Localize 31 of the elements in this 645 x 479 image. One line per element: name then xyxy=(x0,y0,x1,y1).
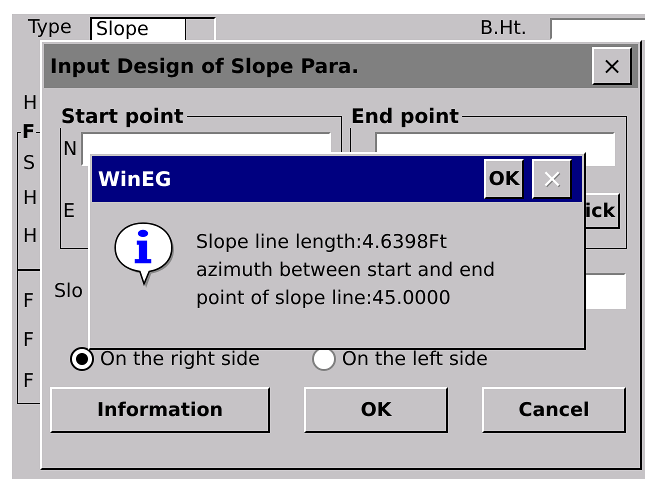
window-title: WinEG xyxy=(98,167,172,191)
dialog-button[interactable]: Information xyxy=(50,387,270,433)
message-text: azimuth between start and end xyxy=(196,258,496,283)
field-label: N xyxy=(63,138,78,160)
bht-label: B.Ht. xyxy=(480,17,527,39)
window-title: Input Design of Slope Para. xyxy=(50,54,360,78)
combo-value: Slope xyxy=(95,19,149,40)
close-button: × xyxy=(532,159,572,199)
slope-label: Slo xyxy=(54,280,83,302)
type-label: Type xyxy=(28,16,72,38)
message-text: Slope line length:4.6398Ft xyxy=(196,230,448,255)
background-label: F xyxy=(23,329,34,351)
type-combo-box[interactable]: Slope xyxy=(90,17,216,42)
background-label: F xyxy=(23,370,34,392)
radio-button[interactable]: On the right side xyxy=(70,347,260,371)
bht-field[interactable] xyxy=(550,18,645,40)
background-label: H xyxy=(23,187,38,209)
dialog-button[interactable]: OK xyxy=(304,387,448,433)
info-icon xyxy=(112,220,174,288)
background-label: H xyxy=(23,92,38,114)
group-title: End point xyxy=(350,104,460,128)
close-button[interactable]: × xyxy=(592,47,632,85)
group-title: Start point xyxy=(60,104,185,128)
background-label: S xyxy=(23,152,36,174)
dropdown-button[interactable] xyxy=(185,19,214,40)
background-label: H xyxy=(23,225,38,247)
message-text: point of slope line:45.0000 xyxy=(196,286,452,311)
dialog-button[interactable]: Cancel xyxy=(482,387,626,433)
ok-button[interactable]: OK xyxy=(484,159,524,199)
field-label: E xyxy=(63,200,76,222)
background-label: F xyxy=(23,290,34,312)
